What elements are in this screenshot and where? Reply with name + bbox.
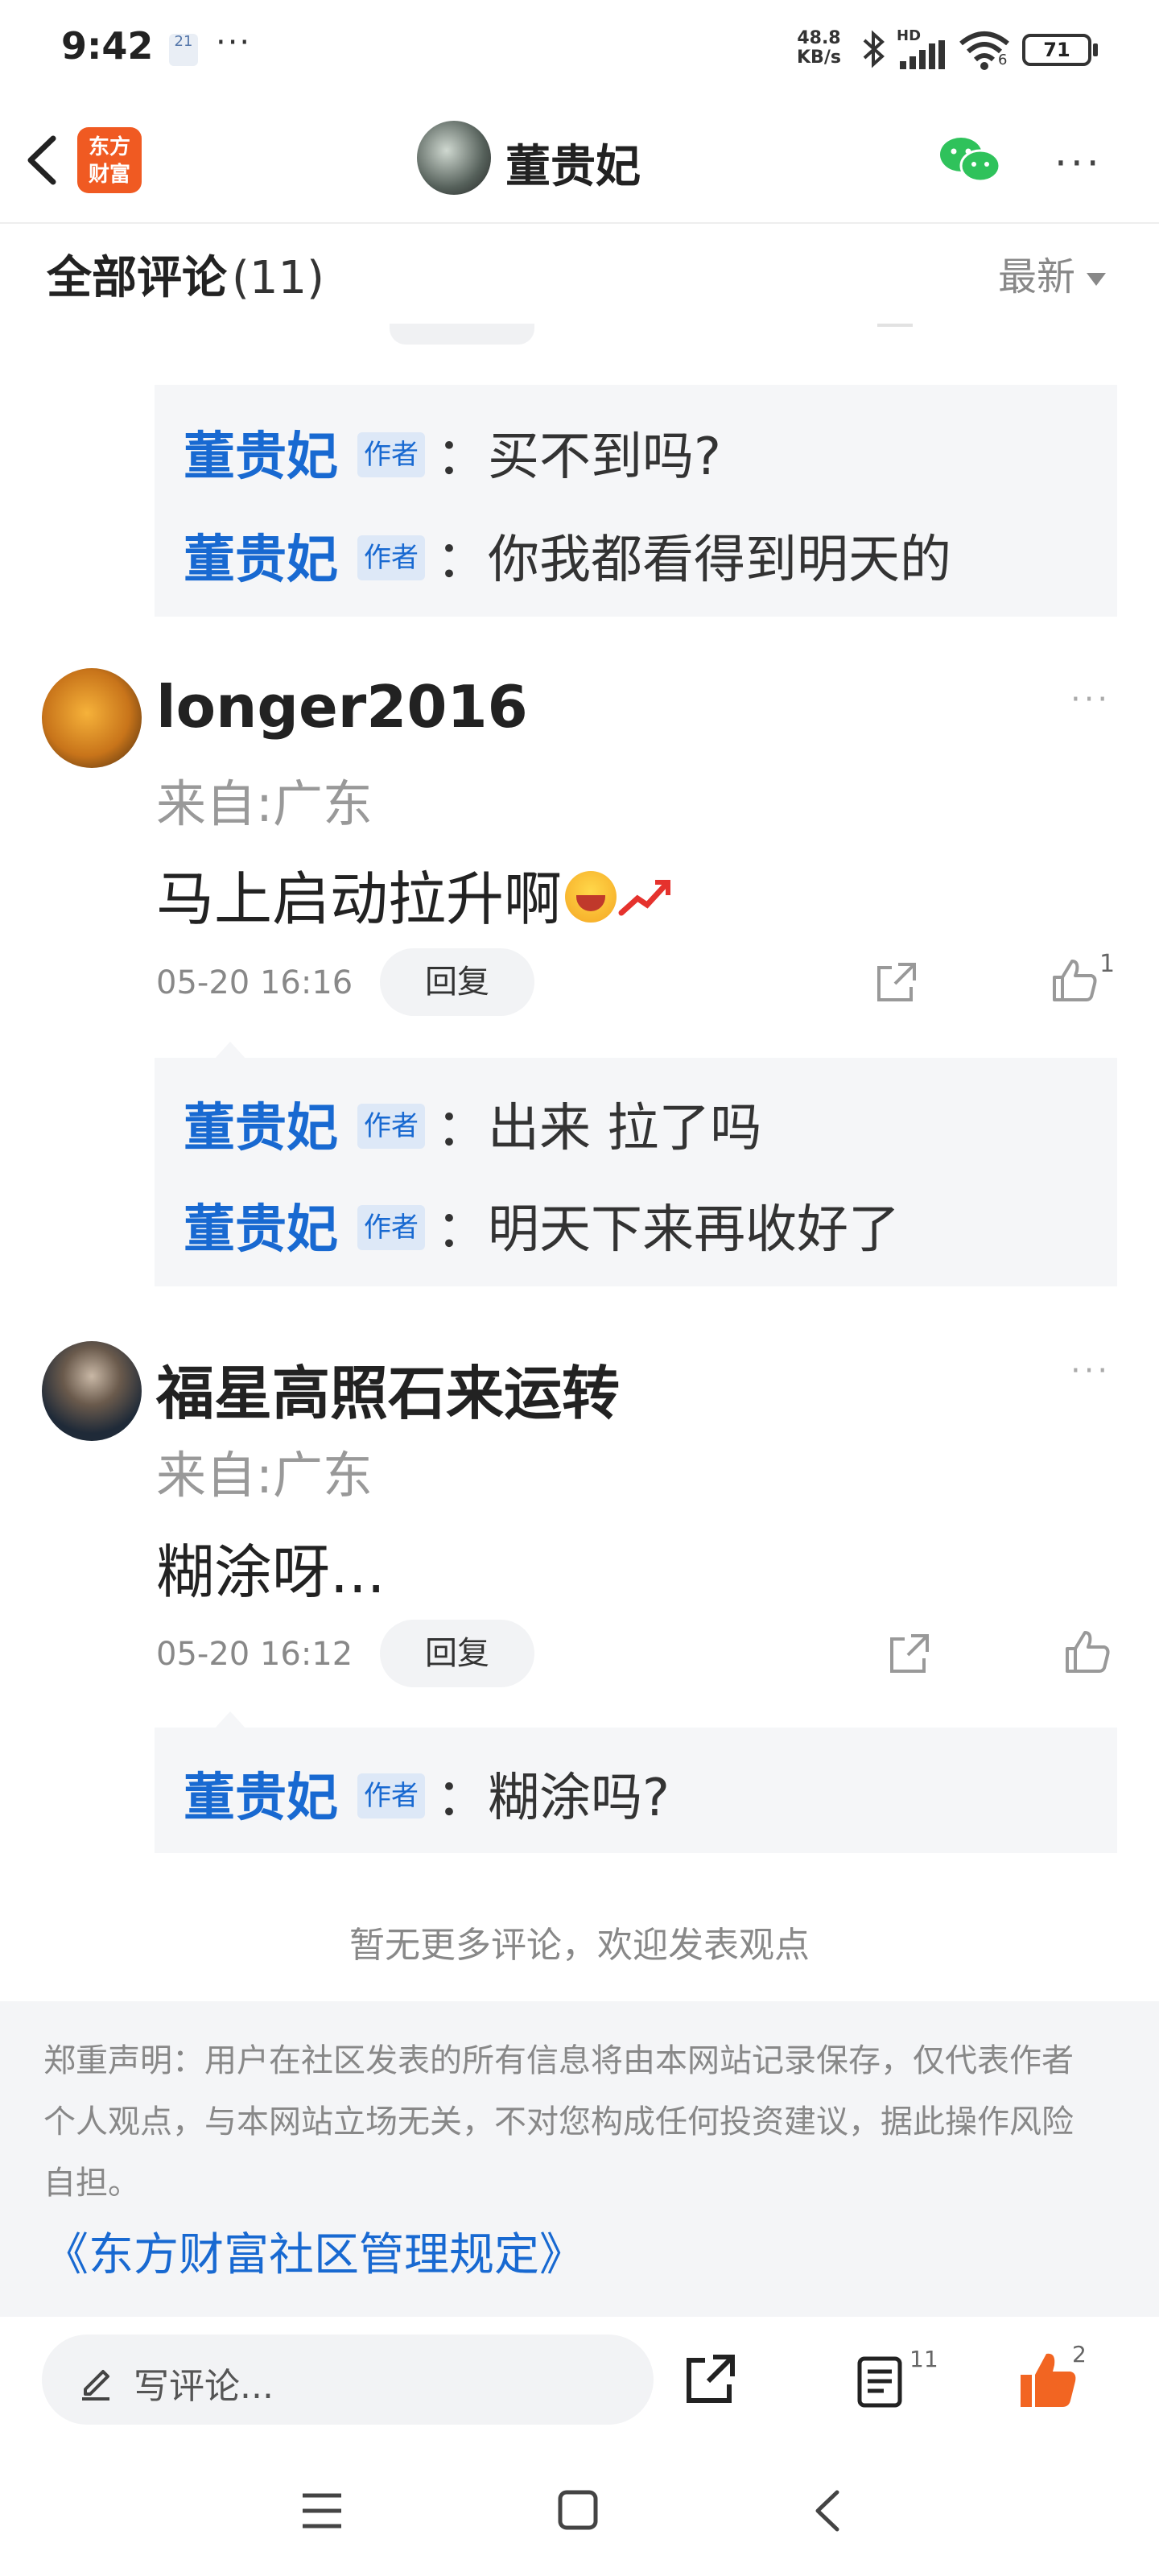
no-more-comments: 暂无更多评论，欢迎发表观点 (349, 1925, 810, 1966)
comment-count: 11 (909, 2346, 938, 2372)
comment-date: 05-20 16:12 (156, 1636, 353, 1673)
system-back-icon[interactable] (810, 2487, 845, 2534)
comment-location: 来自:广东 (156, 774, 373, 833)
top-nav-bar: 东方 财富 董贵妃 ··· (0, 97, 1159, 224)
reply-text: ：你我都看得到明天的 (436, 530, 951, 590)
bluetooth-icon (863, 30, 885, 68)
comment-username[interactable]: 福星高照石来运转 (156, 1346, 620, 1430)
laughing-emoji-icon (565, 871, 617, 923)
disclaimer-section: 郑重声明：用户在社区发表的所有信息将由本网站记录保存，仅代表作者 个人观点，与本… (0, 2001, 1159, 2317)
eastmoney-logo[interactable]: 东方 财富 (77, 127, 142, 193)
calendar-icon: 21 (169, 34, 198, 66)
reply-author[interactable]: 董贵妃 (184, 1200, 338, 1260)
share-icon[interactable] (874, 960, 919, 1005)
status-bar: 9:42 21 ··· 48.8 KB/s HD 6 71 (0, 0, 1159, 97)
author-tag: 作者 (357, 535, 425, 581)
reply-text: ：明天下来再收好了 (436, 1200, 900, 1260)
write-comment-input[interactable]: 写评论... (42, 2334, 654, 2425)
like-count: 1 (1099, 950, 1116, 978)
reply-author[interactable]: 董贵妃 (184, 1769, 338, 1828)
network-speed-value: 48.8 (797, 28, 841, 48)
reply-box-notch (214, 1711, 246, 1729)
battery-icon: 71 (1022, 34, 1098, 66)
comment-date: 05-20 16:16 (156, 964, 353, 1001)
comment-more-icon[interactable]: ··· (1070, 681, 1111, 718)
system-nav-bar (0, 2452, 1159, 2576)
comment-more-icon[interactable]: ··· (1070, 1352, 1111, 1389)
sort-dropdown[interactable]: 最新 (998, 245, 1107, 301)
wechat-icon[interactable] (938, 135, 1001, 185)
comments-icon[interactable] (856, 2355, 906, 2409)
comments-count: (11) (232, 252, 324, 304)
reply-author[interactable]: 董贵妃 (184, 1099, 338, 1158)
author-tag: 作者 (357, 1104, 425, 1150)
network-speed: 48.8 KB/s (797, 29, 841, 68)
comment-text-row: 马上启动拉升啊 (156, 852, 673, 936)
sort-label: 最新 (998, 254, 1076, 299)
scrolled-reply-button (390, 324, 534, 345)
signal-icon (900, 40, 945, 69)
author-tag: 作者 (357, 1205, 425, 1251)
author-avatar[interactable] (417, 121, 491, 195)
comment-username[interactable]: longer2016 (156, 673, 528, 741)
comment-text: 糊涂呀... (156, 1538, 386, 1606)
back-arrow-icon[interactable] (21, 132, 69, 188)
comment-location: 来自:广东 (156, 1446, 373, 1505)
status-time: 9:42 (61, 24, 154, 68)
comments-title: 全部评论 (47, 252, 227, 304)
reply-item[interactable]: 董贵妃 作者 ：糊涂吗? (184, 1757, 670, 1831)
share-icon[interactable] (887, 1631, 932, 1676)
reply-item[interactable]: 董贵妃 作者 ：你我都看得到明天的 (184, 518, 951, 592)
disclaimer-line: 自担。 (43, 2165, 140, 2202)
reply-box: 董贵妃 作者 ：出来 拉了吗 董贵妃 作者 ：明天下来再收好了 (155, 1058, 1117, 1286)
user-avatar[interactable] (42, 668, 142, 768)
disclaimer-line: 个人观点，与本网站立场无关，不对您构成任何投资建议，据此操作风险 (43, 2103, 1074, 2140)
disclaimer-line: 郑重声明：用户在社区发表的所有信息将由本网站记录保存，仅代表作者 (43, 2042, 1074, 2079)
more-options-icon[interactable]: ··· (1054, 140, 1103, 187)
network-speed-unit: KB/s (797, 47, 841, 68)
page-title[interactable]: 董贵妃 (505, 130, 641, 196)
like-icon[interactable] (1051, 956, 1099, 1005)
share-icon[interactable] (683, 2351, 739, 2407)
write-comment-placeholder: 写评论... (134, 2366, 274, 2407)
wifi-badge: 6 (998, 52, 1008, 68)
reply-text: ：买不到吗? (436, 427, 721, 487)
more-notifications-icon: ··· (216, 24, 252, 61)
reply-author[interactable]: 董贵妃 (184, 530, 338, 590)
rising-chart-emoji-icon (618, 880, 671, 916)
home-icon[interactable] (555, 2487, 600, 2533)
reply-button[interactable]: 回复 (380, 1620, 534, 1687)
like-count: 2 (1072, 2341, 1087, 2368)
pencil-icon (82, 2370, 109, 2401)
reply-item[interactable]: 董贵妃 作者 ：买不到吗? (184, 415, 721, 489)
community-rules-link[interactable]: 《东方财富社区管理规定》 (43, 2219, 1116, 2284)
scrolled-divider (877, 324, 913, 327)
reply-item[interactable]: 董贵妃 作者 ：明天下来再收好了 (184, 1188, 900, 1262)
menu-icon[interactable] (299, 2491, 344, 2531)
author-tag: 作者 (357, 432, 425, 478)
reply-author[interactable]: 董贵妃 (184, 427, 338, 487)
reply-item[interactable]: 董贵妃 作者 ：出来 拉了吗 (184, 1087, 761, 1161)
reply-box: 董贵妃 作者 ：糊涂吗? (155, 1728, 1117, 1853)
dropdown-triangle-icon (1087, 273, 1107, 286)
logo-line1: 东方 (88, 135, 130, 159)
comment-text: 马上启动拉升啊 (156, 865, 563, 933)
author-tag: 作者 (357, 1773, 425, 1819)
reply-box-notch (214, 1042, 246, 1059)
logo-line2: 财富 (88, 163, 130, 187)
reply-text: ：糊涂吗? (436, 1769, 670, 1828)
comments-header: 全部评论 (11) (47, 242, 324, 307)
reply-box: 董贵妃 作者 ：买不到吗? 董贵妃 作者 ：你我都看得到明天的 (155, 385, 1117, 617)
reply-text: ：出来 拉了吗 (436, 1099, 762, 1158)
user-avatar[interactable] (42, 1341, 142, 1441)
like-filled-icon[interactable] (1017, 2349, 1079, 2410)
reply-button[interactable]: 回复 (380, 948, 534, 1016)
like-icon[interactable] (1064, 1628, 1112, 1676)
bottom-action-bar: 写评论... 11 2 (0, 2317, 1159, 2452)
